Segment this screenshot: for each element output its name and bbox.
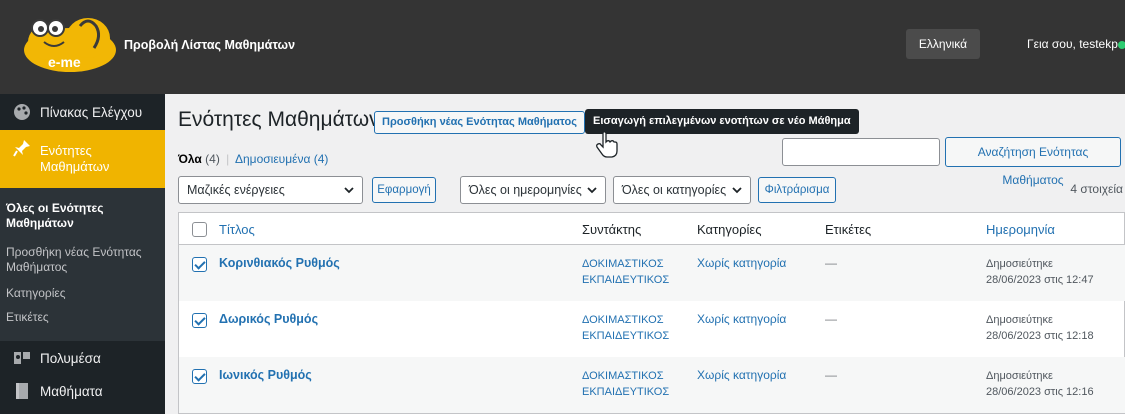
main-content: Ενότητες Μαθημάτων Προσθήκη νέας Ενότητα… (165, 94, 1125, 414)
e-me-logo[interactable]: e-me (18, 12, 118, 78)
column-author: Συντάκτης (582, 222, 642, 237)
sidebar-item-media[interactable]: Πολυμέσα (0, 346, 165, 370)
items-count: 4 στοιχεία (1070, 182, 1123, 196)
submenu-tags[interactable]: Ετικέτες (6, 310, 49, 325)
logo-text: e-me (48, 54, 81, 70)
admin-sidebar: Πίνακας Ελέγχου Ενότητες Μαθημάτων Όλες … (0, 94, 165, 414)
top-bar: e-me Προβολή Λίστας Μαθημάτων Ελληνικά Γ… (0, 0, 1125, 94)
author-line: ΕΚΠΑΙΔΕΥΤΙΚΟΣ (582, 330, 670, 342)
user-greeting[interactable]: Γεια σου, testekp (1027, 37, 1118, 51)
column-title[interactable]: Τίτλος (219, 222, 255, 237)
row-timestamp: 28/06/2023 στις 12:16 (986, 386, 1094, 398)
table-header: Τίτλος Συντάκτης Κατηγορίες Ετικέτες Ημε… (179, 213, 1125, 245)
sidebar-item-label: Ενότητες Μαθημάτων (40, 143, 110, 174)
column-tags: Ετικέτες (825, 222, 872, 237)
row-date: Δημοσιεύτηκε 28/06/2023 στις 12:47 (986, 256, 1094, 288)
column-categories: Κατηγορίες (697, 222, 762, 237)
search-input[interactable] (782, 138, 940, 166)
author-line: ΕΚΠΑΙΔΕΥΤΙΚΟΣ (582, 274, 670, 286)
page-title: Ενότητες Μαθημάτων (178, 108, 380, 131)
row-status: Δημοσιεύτηκε (986, 314, 1053, 326)
filter-all-link[interactable]: Όλα (178, 152, 202, 166)
table-row: Κορινθιακός Ρυθμός ΔΟΚΙΜΑΣΤΙΚΟΣ ΕΚΠΑΙΔΕΥ… (179, 245, 1125, 301)
sidebar-item-courses[interactable]: Μαθήματα (0, 379, 165, 403)
row-timestamp: 28/06/2023 στις 12:47 (986, 274, 1094, 286)
units-table: Τίτλος Συντάκτης Κατηγορίες Ετικέτες Ημε… (178, 212, 1125, 414)
add-new-unit-button[interactable]: Προσθήκη νέας Ενότητας Μαθήματος (374, 111, 585, 134)
row-date: Δημοσιεύτηκε 28/06/2023 στις 12:18 (986, 312, 1094, 344)
chevron-down-icon (732, 177, 742, 212)
filter-all-count: (4) (205, 152, 220, 166)
row-status: Δημοσιεύτηκε (986, 258, 1053, 270)
author-line: ΕΚΠΑΙΔΕΥΤΙΚΟΣ (582, 386, 670, 398)
categories-filter-select[interactable]: Όλες οι κατηγορίες (613, 176, 751, 204)
author-line: ΔΟΚΙΜΑΣΤΙΚΟΣ (582, 314, 664, 326)
author-line: ΔΟΚΙΜΑΣΤΙΚΟΣ (582, 258, 664, 270)
row-category-link[interactable]: Χωρίς κατηγορία (697, 312, 786, 326)
palette-icon (12, 102, 32, 122)
filter-button[interactable]: Φιλτράρισμα (758, 177, 836, 203)
table-row: Ιωνικός Ρυθμός ΔΟΚΙΜΑΣΤΙΚΟΣ ΕΚΠΑΙΔΕΥΤΙΚΟ… (179, 357, 1125, 413)
submenu-all-units[interactable]: Όλες οι Ενότητες Μαθημάτων (6, 201, 156, 231)
submenu-add-unit[interactable]: Προσθήκη νέας Ενότητας Μαθήματος (6, 245, 161, 275)
online-status-icon (1118, 41, 1125, 49)
bulk-actions-select[interactable]: Μαζικές ενέργειες (178, 176, 363, 204)
status-filter-links: Όλα (4) | Δημοσιευμένα (4) (178, 152, 328, 166)
row-timestamp: 28/06/2023 στις 12:18 (986, 330, 1094, 342)
sidebar-item-course-units[interactable]: Ενότητες Μαθημάτων (0, 130, 165, 188)
author-line: ΔΟΚΙΜΑΣΤΙΚΟΣ (582, 370, 664, 382)
row-checkbox[interactable] (192, 313, 207, 328)
row-status: Δημοσιεύτηκε (986, 370, 1053, 382)
row-checkbox[interactable] (192, 369, 207, 384)
book-icon (12, 381, 32, 401)
row-title-link[interactable]: Ιωνικός Ρυθμός (219, 368, 312, 382)
chevron-down-icon (587, 177, 597, 212)
hand-pointer-icon (595, 130, 619, 158)
row-title-link[interactable]: Δωρικός Ρυθμός (219, 312, 318, 326)
sidebar-item-label: Πολυμέσα (40, 350, 101, 366)
submenu-categories[interactable]: Κατηγορίες (6, 286, 66, 301)
row-category-link[interactable]: Χωρίς κατηγορία (697, 256, 786, 270)
sidebar-item-label: Μαθήματα (40, 383, 103, 399)
row-title-link[interactable]: Κορινθιακός Ρυθμός (219, 256, 340, 270)
row-tags: — (825, 256, 837, 270)
row-author-link[interactable]: ΔΟΚΙΜΑΣΤΙΚΟΣ ΕΚΠΑΙΔΕΥΤΙΚΟΣ (582, 312, 669, 344)
row-category-link[interactable]: Χωρίς κατηγορία (697, 368, 786, 382)
table-row: Δωρικός Ρυθμός ΔΟΚΙΜΑΣΤΙΚΟΣ ΕΚΠΑΙΔΕΥΤΙΚΟ… (179, 301, 1125, 357)
select-all-checkbox[interactable] (192, 222, 207, 237)
search-units-button[interactable]: Αναζήτηση Ενότητας Μαθήματος (945, 137, 1121, 187)
sidebar-item-label: Πίνακας Ελέγχου (40, 104, 143, 120)
row-author-link[interactable]: ΔΟΚΙΜΑΣΤΙΚΟΣ ΕΚΠΑΙΔΕΥΤΙΚΟΣ (582, 368, 669, 400)
site-title[interactable]: Προβολή Λίστας Μαθημάτων (124, 38, 295, 52)
categories-filter-value: Όλες οι κατηγορίες (622, 183, 727, 197)
row-checkbox[interactable] (192, 257, 207, 272)
pin-icon (12, 138, 32, 158)
column-date[interactable]: Ημερομηνία (986, 222, 1055, 237)
dates-filter-select[interactable]: Όλες οι ημερομηνίες (460, 176, 606, 204)
chevron-down-icon (344, 177, 354, 212)
filter-separator: | (226, 152, 230, 166)
bulk-actions-value: Μαζικές ενέργειες (187, 183, 285, 197)
import-selected-units-button[interactable]: Εισαγωγή επιλεγμένων ενοτήτων σε νέο Μάθ… (585, 109, 859, 134)
sidebar-submenu: Όλες οι Ενότητες Μαθημάτων Προσθήκη νέας… (0, 188, 165, 341)
apply-button[interactable]: Εφαρμογή (372, 177, 436, 203)
row-author-link[interactable]: ΔΟΚΙΜΑΣΤΙΚΟΣ ΕΚΠΑΙΔΕΥΤΙΚΟΣ (582, 256, 669, 288)
media-icon (12, 348, 32, 368)
dates-filter-value: Όλες οι ημερομηνίες (469, 183, 582, 197)
row-date: Δημοσιεύτηκε 28/06/2023 στις 12:16 (986, 368, 1094, 400)
filter-published-link[interactable]: Δημοσιευμένα (4) (235, 152, 328, 166)
sidebar-item-dashboard[interactable]: Πίνακας Ελέγχου (0, 94, 165, 130)
row-tags: — (825, 312, 837, 326)
row-tags: — (825, 368, 837, 382)
language-switcher[interactable]: Ελληνικά (906, 29, 980, 59)
